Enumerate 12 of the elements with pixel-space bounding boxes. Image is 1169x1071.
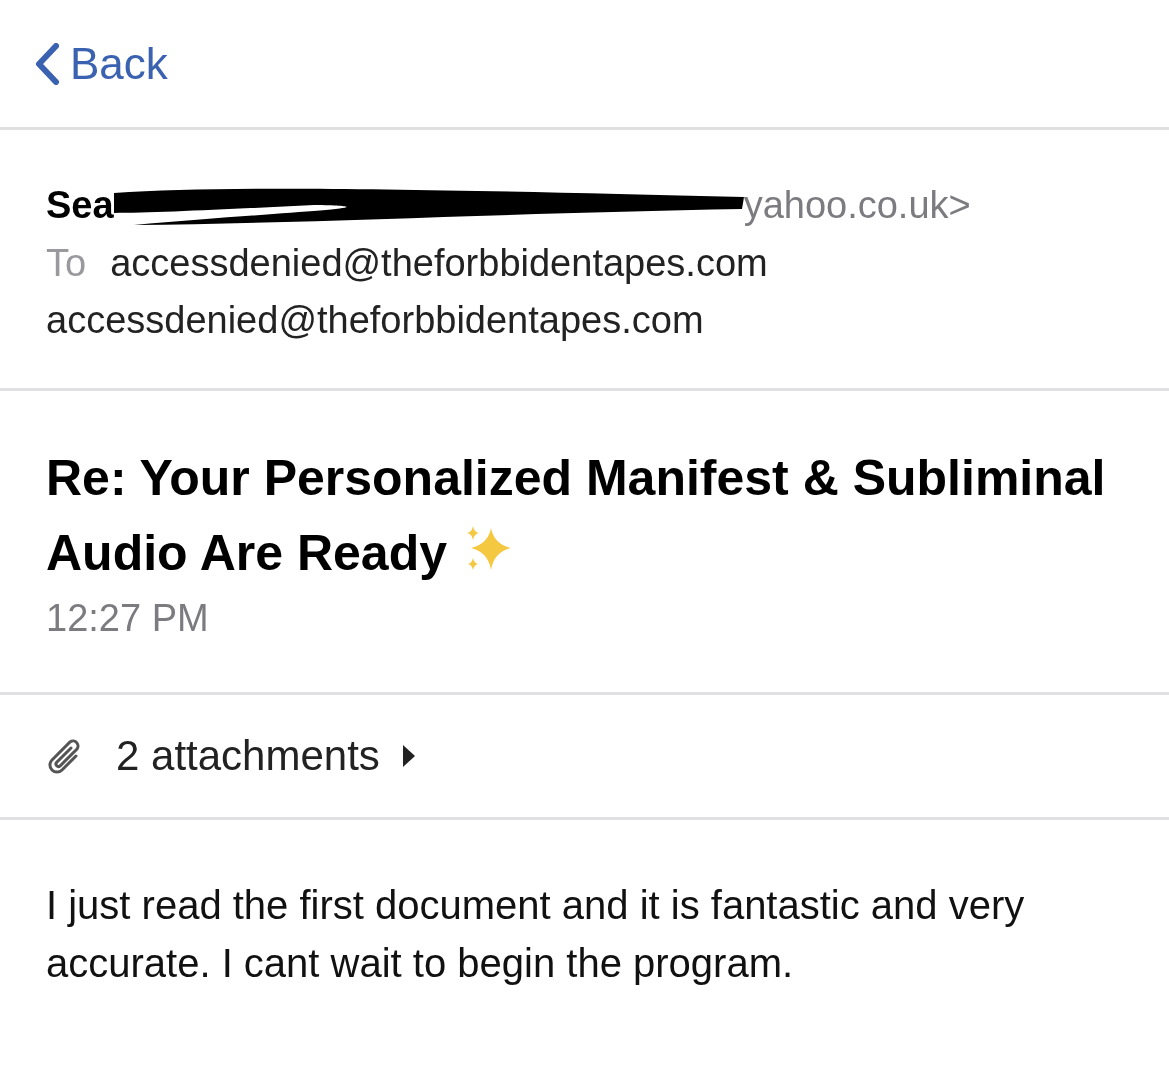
attachments-link[interactable]: 2 attachments	[116, 732, 416, 780]
email-subject: Re: Your Personalized Manifest & Subliminal Audio Are Ready	[46, 449, 1107, 583]
email-body: I just read the first document and it is fantastic and very accurate. I cant wait to begin the program.	[46, 882, 1026, 987]
recipient-address: accessdenied@theforbbidentapes.com	[110, 242, 768, 285]
caret-icon	[401, 744, 416, 768]
sender-name: Sea	[46, 183, 114, 227]
chevron-icon	[34, 42, 60, 85]
back-button[interactable]: Back	[34, 38, 168, 89]
recipient-address: accessdenied@theforbbidentapes.com	[46, 299, 705, 342]
email-time: 12:27 PM	[46, 597, 210, 640]
sender-address: yahoo.co.uk>	[743, 183, 971, 227]
to-label: To	[46, 242, 87, 285]
